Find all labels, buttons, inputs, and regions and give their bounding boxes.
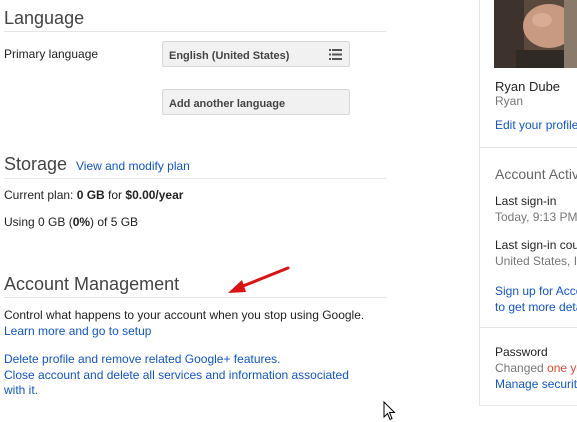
list-icon [329, 49, 342, 60]
learn-more-link[interactable]: Learn more and go to setup [4, 324, 151, 338]
current-plan-for: for [104, 188, 126, 202]
profile-photo[interactable] [494, 0, 577, 68]
usage-prefix: Using 0 GB ( [4, 215, 73, 229]
last-signin-country-value: United States, I [495, 254, 577, 268]
current-plan-text: Current plan: 0 GB for $0.00/year [4, 188, 183, 202]
signup-account-activity-link[interactable]: Sign up for Account to get more details [495, 283, 577, 315]
usage-suffix: ) of 5 GB [90, 215, 139, 229]
storage-heading: Storage [4, 154, 68, 174]
account-management-heading: Account Management [4, 274, 180, 294]
annotation-arrow-icon [228, 266, 290, 293]
storage-usage-text: Using 0 GB (0%) of 5 GB [4, 215, 138, 229]
primary-language-label: Primary language [4, 47, 99, 61]
right-panel-divider-2 [480, 327, 577, 328]
account-management-description: Control what happens to your account whe… [4, 308, 365, 322]
password-changed-text: Changed one year [495, 361, 577, 375]
signup-link-line-2: to get more details [495, 300, 577, 314]
profile-nickname: Ryan [495, 94, 524, 108]
manage-security-link[interactable]: Manage security [495, 377, 577, 391]
edit-profile-link[interactable]: Edit your profile [495, 118, 577, 132]
language-divider [4, 31, 386, 32]
language-heading: Language [4, 8, 85, 28]
storage-divider [4, 178, 386, 179]
last-signin-country-label: Last sign-in country [495, 238, 577, 252]
last-signin-value: Today, 9:13 PM [495, 210, 577, 224]
right-panel-divider-1 [480, 147, 577, 148]
mouse-cursor-icon [383, 401, 396, 421]
current-plan-price: $0.00/year [125, 188, 184, 202]
close-account-line-1: Close account and delete all services an… [4, 368, 349, 382]
current-plan-size: 0 GB [76, 188, 105, 202]
signup-link-line-1: Sign up for Account [495, 284, 577, 298]
primary-language-select[interactable]: English (United States) [162, 41, 350, 67]
profile-name: Ryan Dube [495, 79, 561, 94]
password-label: Password [495, 345, 548, 359]
password-changed-prefix: Changed [495, 361, 548, 375]
password-changed-highlight: one year [547, 361, 577, 375]
primary-language-value: English (United States) [169, 50, 290, 62]
account-activity-heading: Account Activity [495, 166, 577, 182]
close-account-line-2: with it. [4, 383, 39, 397]
account-management-divider [4, 297, 386, 298]
close-account-link[interactable]: Close account and delete all services an… [4, 368, 349, 398]
profile-photo-image [494, 0, 577, 68]
current-plan-prefix: Current plan: [4, 188, 77, 202]
delete-profile-link[interactable]: Delete profile and remove related Google… [4, 352, 281, 366]
view-modify-plan-link[interactable]: View and modify plan [76, 159, 190, 173]
add-language-label: Add another language [169, 98, 286, 110]
add-language-button[interactable]: Add another language [162, 89, 350, 115]
last-signin-label: Last sign-in [495, 194, 557, 208]
usage-percent: 0% [72, 215, 91, 229]
